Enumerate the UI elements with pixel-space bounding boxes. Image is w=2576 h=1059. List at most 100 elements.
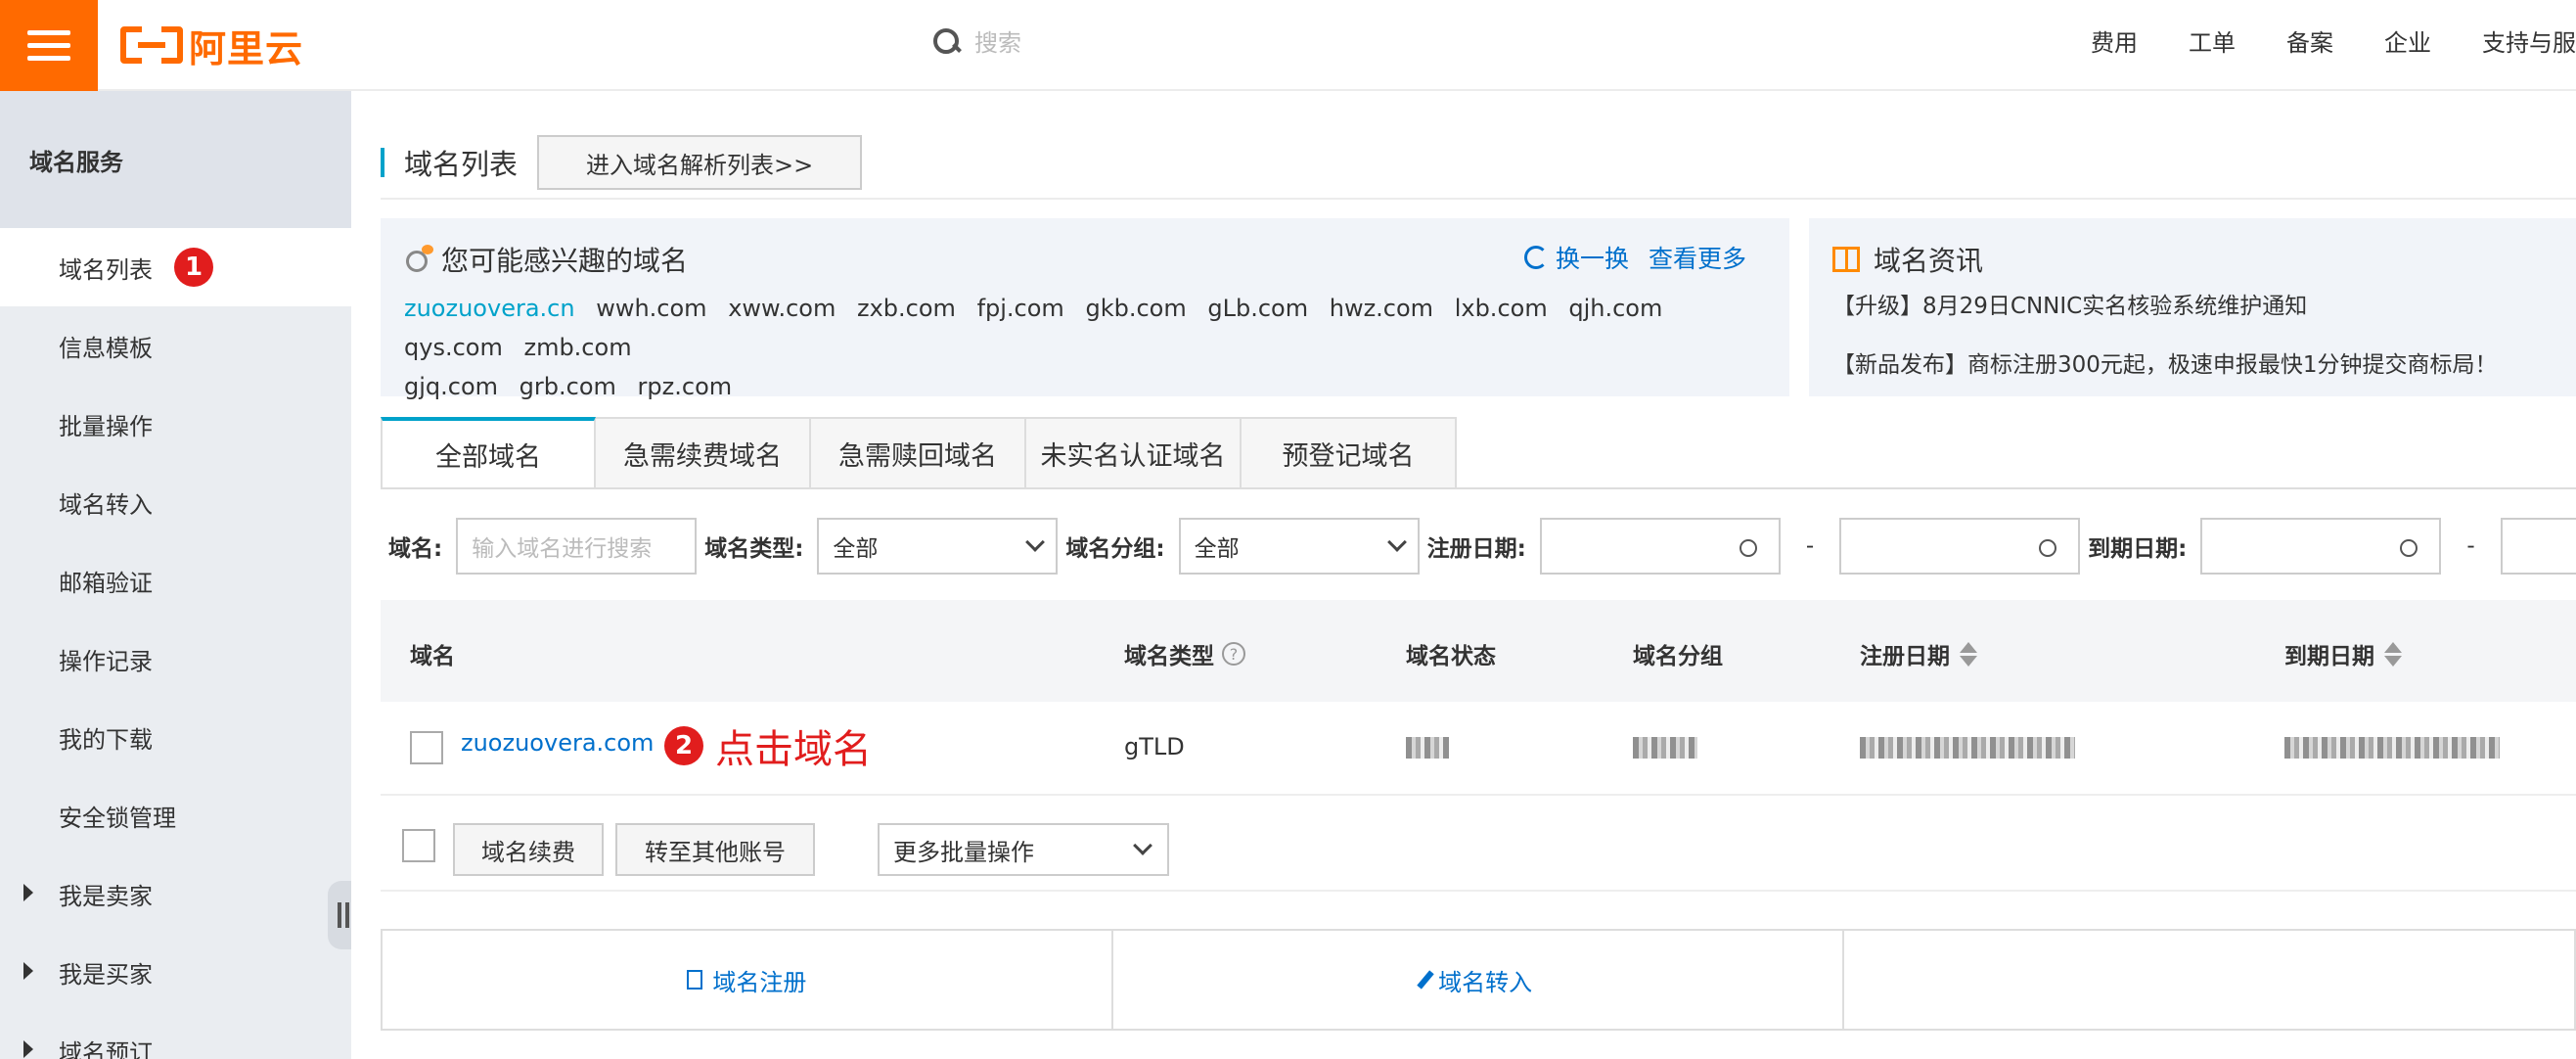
more-batch-select[interactable]: 更多批量操作: [878, 823, 1169, 876]
suggested-domain[interactable]: grb.com: [520, 373, 616, 400]
empty-action-cell: [1844, 931, 2574, 1029]
tab-all-domains[interactable]: 全部域名: [381, 417, 596, 489]
sort-icon[interactable]: [1960, 641, 1977, 667]
domain-type-select[interactable]: 全部: [817, 518, 1059, 575]
tab-redeem-urgent[interactable]: 急需赎回域名: [811, 417, 1026, 489]
date-range-dash: -: [1805, 533, 1815, 559]
suggested-domain[interactable]: qjh.com: [1568, 295, 1662, 322]
redacted-exp-date: [2284, 737, 2500, 759]
domain-search-placeholder: 输入域名进行搜索: [472, 536, 653, 562]
tab-renew-urgent[interactable]: 急需续费域名: [596, 417, 811, 489]
col-exp-date-label: 到期日期: [2284, 644, 2374, 669]
suggested-domain[interactable]: zuozuovera.cn: [404, 295, 575, 322]
reg-date-end-input[interactable]: [1839, 518, 2081, 575]
register-domain-action[interactable]: 域名注册: [383, 931, 1113, 1029]
table-header: 域名 域名类型 ? 域名状态 域名分组 注册日期 到期日期: [381, 600, 2576, 702]
suggested-domain[interactable]: zxb.com: [857, 295, 956, 322]
sidebar-item-security-lock[interactable]: 安全锁管理: [0, 776, 351, 854]
domain-group-select[interactable]: 全部: [1178, 518, 1420, 575]
suggested-domain[interactable]: wwh.com: [596, 295, 706, 322]
tab-unverified[interactable]: 未实名认证域名: [1026, 417, 1242, 489]
filter-bar: 域名: 输入域名进行搜索 域名类型: 全部 域名分组: 全部 注册日期: - 到…: [388, 518, 2576, 575]
nav-icp[interactable]: 备案: [2286, 23, 2333, 58]
renew-button[interactable]: 域名续费: [453, 823, 604, 876]
domain-search-input[interactable]: 输入域名进行搜索: [456, 518, 698, 575]
page-title: 域名列表: [404, 148, 519, 181]
sidebar-item-domain-list[interactable]: 域名列表 1: [0, 228, 351, 306]
sidebar-item-transfer-in[interactable]: 域名转入: [0, 463, 351, 541]
nav-fees[interactable]: 费用: [2091, 23, 2138, 58]
sidebar-section-title: 域名服务: [0, 91, 351, 228]
menu-icon[interactable]: [0, 0, 98, 91]
batch-action-bar: 域名续费 转至其他账号 更多批量操作: [381, 798, 2576, 892]
sort-icon[interactable]: [2384, 641, 2402, 667]
transfer-account-button[interactable]: 转至其他账号: [615, 823, 815, 876]
exp-date-start-input[interactable]: [2200, 518, 2442, 575]
page-header: 域名列表 进入域名解析列表>>: [381, 135, 863, 190]
gift-icon: [1832, 247, 1860, 272]
sidebar-item-label: 我的下载: [59, 725, 153, 754]
domain-filter-label: 域名:: [388, 536, 443, 562]
row-checkbox[interactable]: [410, 731, 443, 764]
sidebar-item-email-verify[interactable]: 邮箱验证: [0, 541, 351, 620]
sidebar-item-buyer[interactable]: 我是买家: [0, 933, 351, 1011]
sidebar: 域名服务 域名列表 1 信息模板 批量操作 域名转入 邮箱验证 操作记录 我的下…: [0, 91, 351, 1059]
nav-tickets[interactable]: 工单: [2189, 23, 2236, 58]
redacted-reg-date: [1860, 737, 2075, 759]
reg-date-start-input[interactable]: [1539, 518, 1781, 575]
nav-enterprise[interactable]: 企业: [2384, 23, 2431, 58]
select-all-checkbox[interactable]: [402, 829, 435, 862]
sidebar-item-reservation[interactable]: 域名预订: [0, 1011, 351, 1059]
col-exp-date[interactable]: 到期日期: [2284, 637, 2402, 670]
news-item[interactable]: 【升级】8月29日CNNIC实名核验系统维护通知: [1832, 287, 2307, 320]
transfer-in-action[interactable]: 域名转入: [1113, 931, 1844, 1029]
suggested-domain[interactable]: qys.com: [404, 334, 503, 361]
sidebar-item-batch-ops[interactable]: 批量操作: [0, 385, 351, 463]
bottom-actions: 域名注册 域名转入: [381, 929, 2576, 1031]
suggested-domain[interactable]: gkb.com: [1085, 295, 1186, 322]
redacted-group: [1633, 737, 1697, 759]
magnifier-icon: [404, 245, 433, 274]
sidebar-item-op-log[interactable]: 操作记录: [0, 620, 351, 698]
suggested-domain[interactable]: hwz.com: [1330, 295, 1433, 322]
suggested-domain[interactable]: xww.com: [728, 295, 836, 322]
help-icon[interactable]: ?: [1222, 642, 1245, 666]
refresh-icon: [1523, 246, 1548, 269]
col-reg-date[interactable]: 注册日期: [1860, 637, 1977, 670]
dns-list-button[interactable]: 进入域名解析列表>>: [537, 135, 863, 190]
suggested-domain[interactable]: gjq.com: [404, 373, 498, 400]
search-box[interactable]: 搜索: [931, 23, 1021, 58]
suggested-domain[interactable]: gLb.com: [1207, 295, 1308, 322]
news-item[interactable]: 【新品发布】商标注册300元起，极速申报最快1分钟提交商标局！: [1832, 345, 2498, 379]
sidebar-item-label: 我是卖家: [59, 882, 153, 910]
sidebar-item-downloads[interactable]: 我的下载: [0, 698, 351, 776]
aliyun-logo[interactable]: 阿里云: [120, 22, 303, 70]
top-nav: 费用 工单 备案 企业 支持与服: [2091, 23, 2576, 58]
search-icon[interactable]: [931, 26, 961, 56]
tab-preregistered[interactable]: 预登记域名: [1242, 417, 1457, 489]
nav-support[interactable]: 支持与服: [2482, 23, 2576, 58]
domain-link[interactable]: zuozuovera.com: [461, 729, 654, 757]
recommended-domains-panel: 您可能感兴趣的域名 换一换 查看更多 zuozuovera.cn wwh.com…: [381, 218, 1789, 400]
chevron-down-icon: [1025, 532, 1046, 552]
sidebar-collapse-handle[interactable]: [328, 881, 351, 949]
exp-date-end-input[interactable]: [2500, 518, 2576, 575]
suggested-domain[interactable]: lxb.com: [1455, 295, 1548, 322]
tabs-divider: [381, 487, 2576, 489]
sidebar-item-label: 我是买家: [59, 960, 153, 989]
edit-icon: [1417, 970, 1434, 990]
step-badge-1: 1: [174, 248, 213, 287]
news-header: 域名资讯: [1832, 240, 1983, 279]
exp-date-label: 到期日期:: [2088, 536, 2188, 562]
view-more-link[interactable]: 查看更多: [1649, 240, 1746, 275]
col-status: 域名状态: [1406, 644, 1496, 669]
domain-group-value: 全部: [1194, 536, 1240, 562]
register-domain-label: 域名注册: [712, 968, 807, 996]
main-content: 域名列表 进入域名解析列表>> 您可能感兴趣的域名 换一换 查看更多 zuozu…: [351, 91, 2576, 1059]
sidebar-item-info-template[interactable]: 信息模板: [0, 306, 351, 385]
suggested-domain[interactable]: fpj.com: [977, 295, 1064, 322]
refresh-link[interactable]: 换一换: [1523, 240, 1629, 275]
suggested-domain[interactable]: zmb.com: [523, 334, 631, 361]
suggested-domain[interactable]: rpz.com: [638, 373, 733, 400]
sidebar-item-seller[interactable]: 我是卖家: [0, 854, 351, 933]
